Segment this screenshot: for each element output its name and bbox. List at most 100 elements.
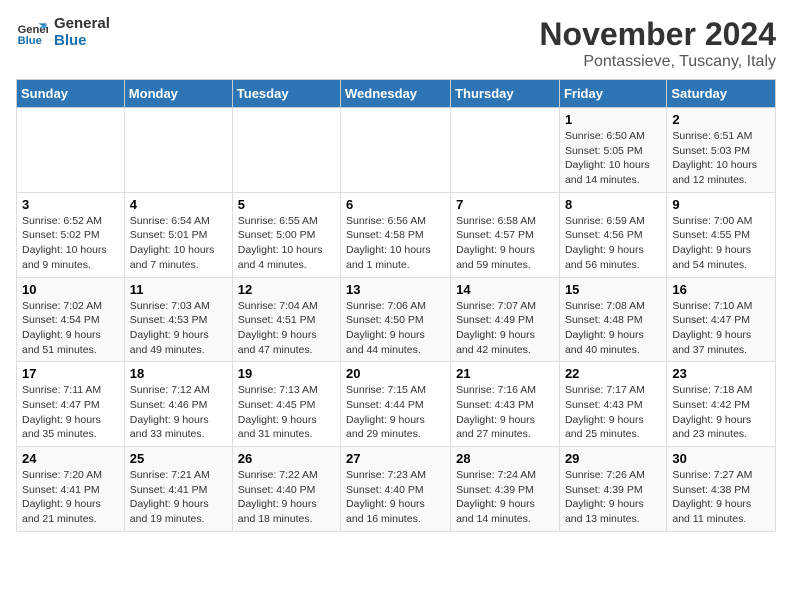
title-area: November 2024 Pontassieve, Tuscany, Ital… [539, 16, 776, 71]
weekday-header-thursday: Thursday [451, 80, 560, 108]
day-detail: Sunrise: 7:17 AMSunset: 4:43 PMDaylight:… [565, 383, 661, 442]
day-number: 29 [565, 451, 661, 466]
day-detail: Sunrise: 6:55 AMSunset: 5:00 PMDaylight:… [238, 214, 335, 273]
day-cell-21: 21 Sunrise: 7:16 AMSunset: 4:43 PMDayligh… [451, 362, 560, 447]
day-number: 20 [346, 366, 445, 381]
day-detail: Sunrise: 7:15 AMSunset: 4:44 PMDaylight:… [346, 383, 445, 442]
day-cell-5: 5 Sunrise: 6:55 AMSunset: 5:00 PMDaylight… [232, 192, 340, 277]
day-detail: Sunrise: 7:26 AMSunset: 4:39 PMDaylight:… [565, 468, 661, 527]
header-row: SundayMondayTuesdayWednesdayThursdayFrid… [17, 80, 776, 108]
day-number: 1 [565, 112, 661, 127]
day-cell-28: 28Sunrise: 7:24 AMSunset: 4:39 PMDayligh… [451, 447, 560, 532]
day-cell-20: 20 Sunrise: 7:15 AMSunset: 4:44 PMDayligh… [341, 362, 451, 447]
day-cell-10: 10Sunrise: 7:02 AMSunset: 4:54 PMDayligh… [17, 277, 125, 362]
day-cell-1: 1 Sunrise: 6:50 AMSunset: 5:05 PMDaylight… [559, 108, 666, 193]
day-detail: Sunrise: 7:23 AMSunset: 4:40 PMDaylight:… [346, 468, 445, 527]
day-detail: Sunrise: 6:58 AMSunset: 4:57 PMDaylight:… [456, 214, 554, 273]
day-detail: Sunrise: 7:04 AMSunset: 4:51 PMDaylight:… [238, 299, 335, 358]
day-cell-29: 29 Sunrise: 7:26 AMSunset: 4:39 PMDayligh… [559, 447, 666, 532]
day-detail: Sunrise: 7:16 AMSunset: 4:43 PMDaylight:… [456, 383, 554, 442]
day-detail: Sunrise: 6:59 AMSunset: 4:56 PMDaylight:… [565, 214, 661, 273]
day-detail: Sunrise: 6:51 AMSunset: 5:03 PMDaylight:… [672, 129, 770, 188]
weekday-header-wednesday: Wednesday [341, 80, 451, 108]
day-number: 3 [22, 197, 119, 212]
day-cell-4: 4Sunrise: 6:54 AMSunset: 5:01 PMDaylight… [124, 192, 232, 277]
day-number: 2 [672, 112, 770, 127]
day-detail: Sunrise: 7:18 AMSunset: 4:42 PMDaylight:… [672, 383, 770, 442]
day-cell-12: 12 Sunrise: 7:04 AMSunset: 4:51 PMDayligh… [232, 277, 340, 362]
svg-text:Blue: Blue [18, 35, 42, 47]
day-cell-empty-2 [232, 108, 340, 193]
day-number: 5 [238, 197, 335, 212]
day-number: 7 [456, 197, 554, 212]
day-number: 21 [456, 366, 554, 381]
weekday-header-monday: Monday [124, 80, 232, 108]
day-cell-8: 8 Sunrise: 6:59 AMSunset: 4:56 PMDaylight… [559, 192, 666, 277]
logo: General Blue General Blue [16, 16, 110, 49]
day-cell-18: 18 Sunrise: 7:12 AMSunset: 4:46 PMDayligh… [124, 362, 232, 447]
day-cell-19: 19 Sunrise: 7:13 AMSunset: 4:45 PMDayligh… [232, 362, 340, 447]
day-detail: Sunrise: 7:13 AMSunset: 4:45 PMDaylight:… [238, 383, 335, 442]
day-detail: Sunrise: 7:00 AMSunset: 4:55 PMDaylight:… [672, 214, 770, 273]
day-number: 12 [238, 282, 335, 297]
day-detail: Sunrise: 6:50 AMSunset: 5:05 PMDaylight:… [565, 129, 661, 188]
day-number: 27 [346, 451, 445, 466]
day-detail: Sunrise: 7:12 AMSunset: 4:46 PMDaylight:… [130, 383, 227, 442]
day-number: 30 [672, 451, 770, 466]
day-detail: Sunrise: 7:03 AMSunset: 4:53 PMDaylight:… [130, 299, 227, 358]
header: General Blue General Blue November 2024 … [16, 16, 776, 71]
day-cell-6: 6Sunrise: 6:56 AMSunset: 4:58 PMDaylight… [341, 192, 451, 277]
day-detail: Sunrise: 6:56 AMSunset: 4:58 PMDaylight:… [346, 214, 445, 273]
weekday-header-sunday: Sunday [17, 80, 125, 108]
day-cell-14: 14Sunrise: 7:07 AMSunset: 4:49 PMDayligh… [451, 277, 560, 362]
day-detail: Sunrise: 7:07 AMSunset: 4:49 PMDaylight:… [456, 299, 554, 358]
day-cell-9: 9 Sunrise: 7:00 AMSunset: 4:55 PMDaylight… [667, 192, 776, 277]
day-detail: Sunrise: 7:08 AMSunset: 4:48 PMDaylight:… [565, 299, 661, 358]
day-cell-23: 23 Sunrise: 7:18 AMSunset: 4:42 PMDayligh… [667, 362, 776, 447]
logo-icon: General Blue [16, 17, 48, 49]
day-cell-25: 25 Sunrise: 7:21 AMSunset: 4:41 PMDayligh… [124, 447, 232, 532]
week-row-1: 1 Sunrise: 6:50 AMSunset: 5:05 PMDaylight… [17, 108, 776, 193]
day-detail: Sunrise: 7:24 AMSunset: 4:39 PMDaylight:… [456, 468, 554, 527]
day-cell-2: 2 Sunrise: 6:51 AMSunset: 5:03 PMDaylight… [667, 108, 776, 193]
day-number: 26 [238, 451, 335, 466]
day-detail: Sunrise: 7:22 AMSunset: 4:40 PMDaylight:… [238, 468, 335, 527]
day-number: 22 [565, 366, 661, 381]
day-number: 16 [672, 282, 770, 297]
day-number: 23 [672, 366, 770, 381]
calendar-table: SundayMondayTuesdayWednesdayThursdayFrid… [16, 79, 776, 532]
day-cell-26: 26 Sunrise: 7:22 AMSunset: 4:40 PMDayligh… [232, 447, 340, 532]
logo-blue: Blue [54, 33, 110, 50]
day-number: 13 [346, 282, 445, 297]
day-detail: Sunrise: 7:11 AMSunset: 4:47 PMDaylight:… [22, 383, 119, 442]
day-cell-30: 30 Sunrise: 7:27 AMSunset: 4:38 PMDayligh… [667, 447, 776, 532]
day-number: 24 [22, 451, 119, 466]
day-cell-11: 11Sunrise: 7:03 AMSunset: 4:53 PMDayligh… [124, 277, 232, 362]
day-cell-empty-1 [124, 108, 232, 193]
logo-general: General [54, 16, 110, 33]
subtitle: Pontassieve, Tuscany, Italy [539, 53, 776, 71]
day-detail: Sunrise: 7:06 AMSunset: 4:50 PMDaylight:… [346, 299, 445, 358]
day-cell-empty-0 [17, 108, 125, 193]
day-cell-27: 27 Sunrise: 7:23 AMSunset: 4:40 PMDayligh… [341, 447, 451, 532]
day-number: 8 [565, 197, 661, 212]
day-number: 18 [130, 366, 227, 381]
day-detail: Sunrise: 7:20 AMSunset: 4:41 PMDaylight:… [22, 468, 119, 527]
week-row-4: 17 Sunrise: 7:11 AMSunset: 4:47 PMDayligh… [17, 362, 776, 447]
day-detail: Sunrise: 6:52 AMSunset: 5:02 PMDaylight:… [22, 214, 119, 273]
main-title: November 2024 [539, 16, 776, 53]
day-cell-24: 24 Sunrise: 7:20 AMSunset: 4:41 PMDayligh… [17, 447, 125, 532]
day-number: 9 [672, 197, 770, 212]
day-number: 19 [238, 366, 335, 381]
day-detail: Sunrise: 7:10 AMSunset: 4:47 PMDaylight:… [672, 299, 770, 358]
day-detail: Sunrise: 7:27 AMSunset: 4:38 PMDaylight:… [672, 468, 770, 527]
day-number: 25 [130, 451, 227, 466]
day-cell-13: 13 Sunrise: 7:06 AMSunset: 4:50 PMDayligh… [341, 277, 451, 362]
day-number: 17 [22, 366, 119, 381]
day-number: 4 [130, 197, 227, 212]
day-detail: Sunrise: 7:21 AMSunset: 4:41 PMDaylight:… [130, 468, 227, 527]
weekday-header-friday: Friday [559, 80, 666, 108]
weekday-header-tuesday: Tuesday [232, 80, 340, 108]
week-row-2: 3 Sunrise: 6:52 AMSunset: 5:02 PMDaylight… [17, 192, 776, 277]
weekday-header-saturday: Saturday [667, 80, 776, 108]
